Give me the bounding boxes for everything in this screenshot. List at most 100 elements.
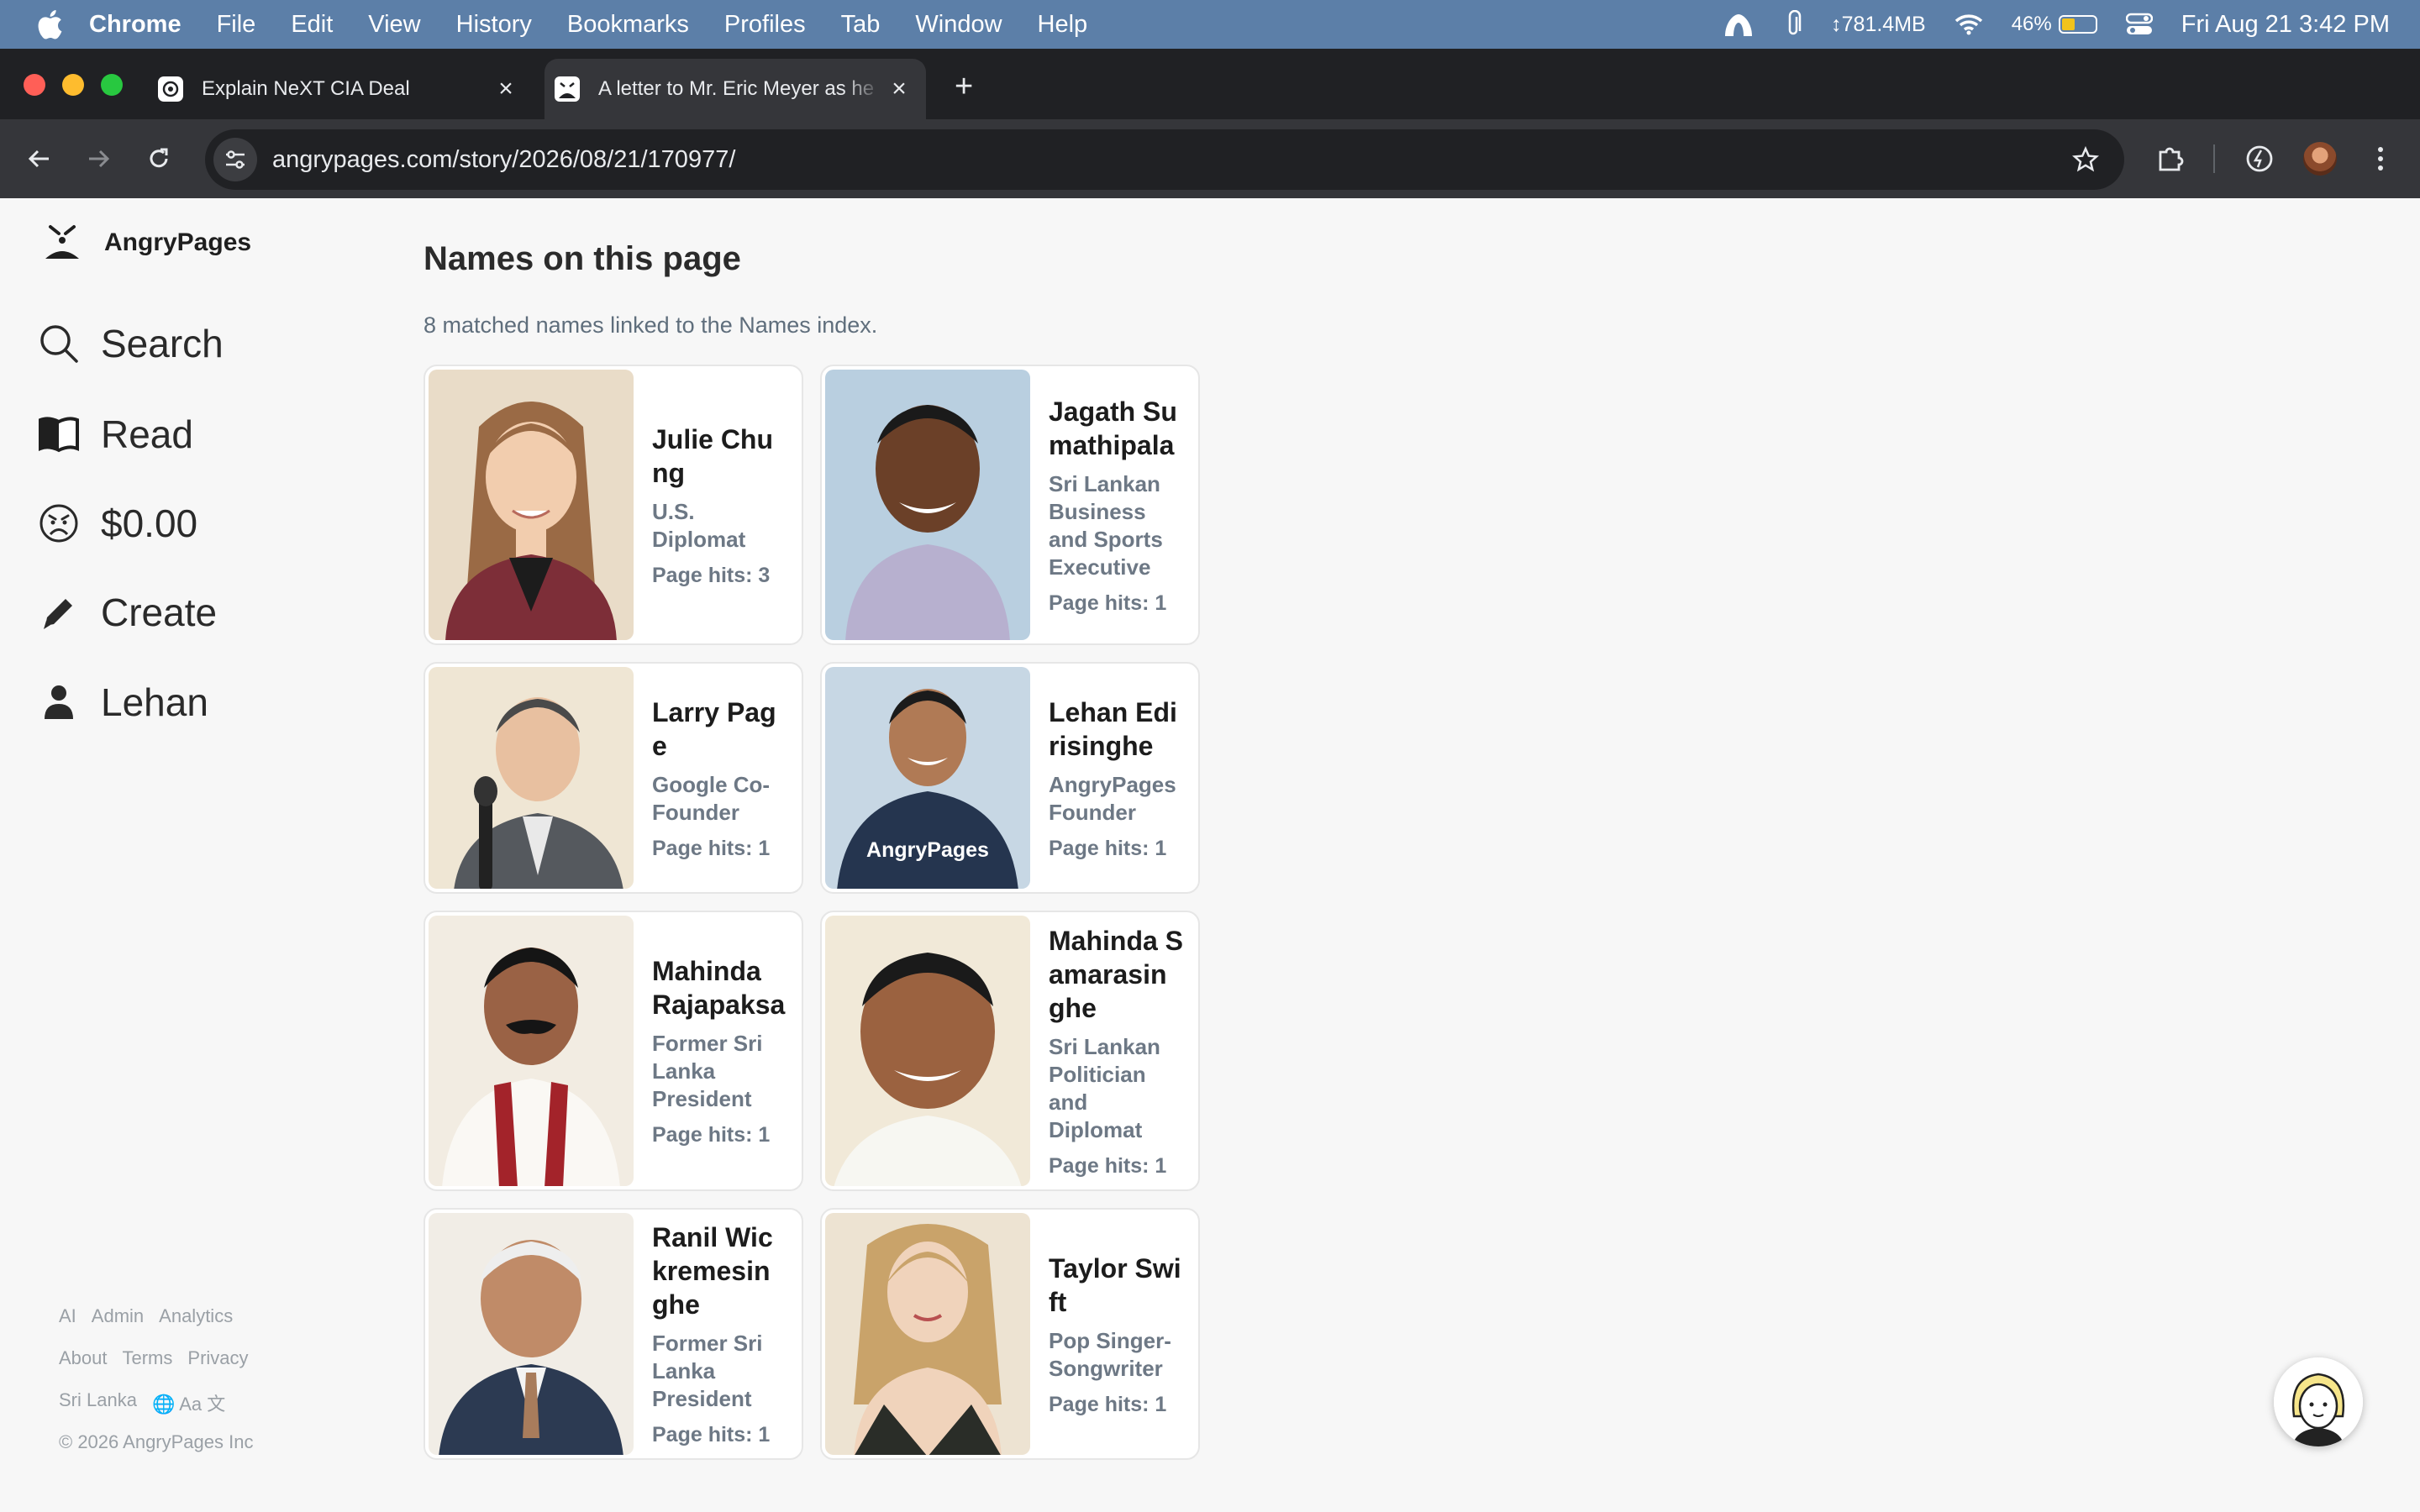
bookmark-star-icon[interactable] bbox=[2072, 146, 2099, 173]
openai-icon bbox=[158, 76, 183, 102]
network-rate[interactable]: ↕781.4MB bbox=[1831, 13, 1926, 37]
profile-avatar bbox=[2303, 142, 2337, 176]
cloud-sync-icon[interactable] bbox=[1722, 11, 1755, 38]
apple-logo-icon[interactable] bbox=[34, 8, 64, 41]
shirt-text: AngryPages bbox=[866, 838, 989, 862]
more-vertical-icon bbox=[2378, 147, 2383, 171]
footer-language[interactable]: 🌐 Aa 文 bbox=[152, 1389, 225, 1416]
footer-region[interactable]: Sri Lanka bbox=[59, 1389, 137, 1416]
extensions-button[interactable] bbox=[2149, 138, 2191, 180]
reload-button[interactable] bbox=[138, 138, 180, 180]
zoom-window-button[interactable] bbox=[101, 74, 123, 96]
menu-file[interactable]: File bbox=[217, 11, 256, 39]
close-window-button[interactable] bbox=[24, 74, 45, 96]
assistant-avatar-icon bbox=[2274, 1357, 2363, 1446]
person-portrait bbox=[429, 1213, 634, 1455]
name-card-larry-page[interactable]: Larry Page Google Co-Founder Page hits: … bbox=[424, 662, 803, 894]
nav-read[interactable]: Read bbox=[37, 412, 193, 457]
close-tab-icon[interactable]: × bbox=[489, 75, 523, 103]
wifi-icon[interactable] bbox=[1954, 13, 1983, 35]
footer-link-about[interactable]: About bbox=[59, 1347, 108, 1369]
nav-label: Read bbox=[101, 412, 193, 456]
menu-tab[interactable]: Tab bbox=[841, 11, 881, 39]
footer-link-ai[interactable]: AI bbox=[59, 1305, 76, 1327]
menu-window[interactable]: Window bbox=[915, 11, 1002, 39]
person-name[interactable]: Ranil Wickremesinghe bbox=[652, 1221, 786, 1321]
menu-edit[interactable]: Edit bbox=[291, 11, 333, 39]
person-name[interactable]: Lehan Edirisinghe bbox=[1049, 696, 1183, 763]
card-info: Jagath Sumathipala Sri Lankan Business a… bbox=[1049, 366, 1183, 643]
nav-create[interactable]: Create bbox=[37, 590, 217, 635]
name-card-julie-chung[interactable]: Julie Chung U.S. Diplomat Page hits: 3 bbox=[424, 365, 803, 645]
name-card-taylor-swift[interactable]: Taylor Swift Pop Singer-Songwriter Page … bbox=[820, 1208, 1200, 1460]
minimize-window-button[interactable] bbox=[62, 74, 84, 96]
new-tab-button[interactable]: + bbox=[955, 69, 973, 105]
close-tab-icon[interactable]: × bbox=[882, 75, 916, 103]
search-icon bbox=[40, 325, 78, 363]
arrow-left-icon bbox=[28, 150, 49, 168]
page-hits: Page hits: 1 bbox=[1049, 1392, 1167, 1416]
menu-view[interactable]: View bbox=[368, 11, 420, 39]
person-portrait bbox=[429, 916, 634, 1186]
back-button[interactable] bbox=[18, 138, 60, 180]
footer-links-row2: About Terms Privacy bbox=[59, 1347, 264, 1369]
name-card-jagath-sumathipala[interactable]: Jagath Sumathipala Sri Lankan Business a… bbox=[820, 365, 1200, 645]
menu-app-name[interactable]: Chrome bbox=[89, 11, 182, 39]
footer-link-analytics[interactable]: Analytics bbox=[159, 1305, 233, 1327]
book-icon bbox=[39, 417, 79, 453]
url-text[interactable]: angrypages.com/story/2026/08/21/170977/ bbox=[272, 146, 2072, 174]
pencil-icon bbox=[44, 599, 72, 629]
control-center-icon[interactable] bbox=[2125, 13, 2153, 36]
card-info: Lehan Edirisinghe AngryPages Founder Pag… bbox=[1049, 664, 1183, 892]
menu-bookmarks[interactable]: Bookmarks bbox=[567, 11, 689, 39]
name-card-mahinda-samarasinghe[interactable]: Mahinda Samarasinghe Sri Lankan Politici… bbox=[820, 911, 1200, 1191]
profile-button[interactable] bbox=[2299, 138, 2341, 180]
page-hits: Page hits: 1 bbox=[1049, 591, 1167, 615]
menu-clock[interactable]: Fri Aug 21 3:42 PM bbox=[2181, 11, 2390, 39]
nav-label: Lehan bbox=[101, 680, 208, 724]
person-role: Former Sri Lanka President bbox=[652, 1331, 763, 1411]
footer-link-admin[interactable]: Admin bbox=[92, 1305, 144, 1327]
person-role: Pop Singer-Songwriter bbox=[1049, 1327, 1171, 1381]
person-portrait bbox=[429, 370, 634, 640]
person-name[interactable]: Mahinda Samarasinghe bbox=[1049, 924, 1183, 1025]
browser-toolbar: angrypages.com/story/2026/08/21/170977/ bbox=[0, 119, 2420, 198]
menu-history[interactable]: History bbox=[456, 11, 532, 39]
nav-profile[interactable]: Lehan bbox=[37, 680, 208, 725]
person-name[interactable]: Larry Page bbox=[652, 696, 786, 763]
nav-search[interactable]: Search bbox=[37, 321, 224, 366]
person-role: Former Sri Lanka President bbox=[652, 1031, 763, 1111]
person-name[interactable]: Jagath Sumathipala bbox=[1049, 395, 1183, 462]
chrome-menu-button[interactable] bbox=[2360, 138, 2402, 180]
footer-link-terms[interactable]: Terms bbox=[123, 1347, 173, 1369]
browser-tab-strip: Explain NeXT CIA Deal × A letter to Mr. … bbox=[0, 49, 2420, 119]
nav-balance[interactable]: $0.00 bbox=[37, 501, 197, 546]
page-subtitle: 8 matched names linked to the Names inde… bbox=[424, 312, 878, 338]
footer-link-privacy[interactable]: Privacy bbox=[187, 1347, 248, 1369]
menu-help[interactable]: Help bbox=[1038, 11, 1088, 39]
performance-button[interactable] bbox=[2238, 138, 2281, 180]
battery-indicator[interactable]: 46% bbox=[2012, 13, 2097, 36]
person-name[interactable]: Taylor Swift bbox=[1049, 1252, 1183, 1319]
nav-label: Search bbox=[101, 322, 224, 365]
forward-button[interactable] bbox=[77, 138, 119, 180]
person-name[interactable]: Julie Chung bbox=[652, 423, 786, 490]
address-bar[interactable]: angrypages.com/story/2026/08/21/170977/ bbox=[205, 129, 2124, 190]
paperclip-icon[interactable] bbox=[1784, 10, 1802, 39]
toolbar-divider bbox=[2213, 144, 2215, 173]
tab-letter-eric-meyer[interactable]: A letter to Mr. Eric Meyer as he × bbox=[544, 59, 926, 119]
person-portrait bbox=[429, 667, 634, 889]
person-name[interactable]: Mahinda Rajapaksa bbox=[652, 954, 786, 1021]
person-portrait bbox=[825, 370, 1030, 640]
tune-icon bbox=[226, 150, 245, 169]
angrypages-icon bbox=[555, 76, 580, 102]
name-card-ranil-wickremesinghe[interactable]: Ranil Wickremesinghe Former Sri Lanka Pr… bbox=[424, 1208, 803, 1460]
name-card-lehan-edirisinghe[interactable]: AngryPages Lehan Edirisinghe AngryPages … bbox=[820, 662, 1200, 894]
site-info-button[interactable] bbox=[213, 138, 257, 181]
name-card-mahinda-rajapaksa[interactable]: Mahinda Rajapaksa Former Sri Lanka Presi… bbox=[424, 911, 803, 1191]
tab-explain-next[interactable]: Explain NeXT CIA Deal × bbox=[148, 59, 533, 119]
assistant-chat-button[interactable] bbox=[2274, 1357, 2363, 1446]
brand-link[interactable]: AngryPages bbox=[44, 223, 251, 262]
person-portrait bbox=[825, 916, 1030, 1186]
menu-profiles[interactable]: Profiles bbox=[724, 11, 806, 39]
